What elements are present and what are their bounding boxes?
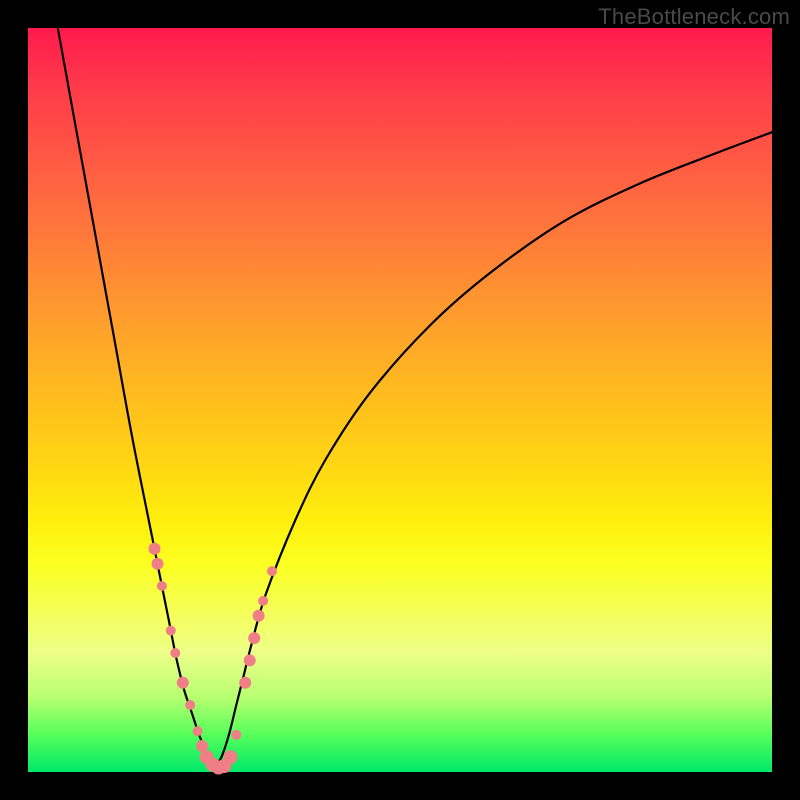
- data-marker: [231, 730, 241, 740]
- marker-group: [149, 543, 278, 775]
- curves-svg: [28, 28, 772, 772]
- data-marker: [170, 648, 180, 658]
- data-marker: [239, 677, 251, 689]
- data-marker: [223, 750, 237, 764]
- right-branch-curve: [214, 132, 772, 768]
- data-marker: [258, 596, 268, 606]
- watermark-text: TheBottleneck.com: [598, 4, 790, 30]
- data-marker: [149, 543, 161, 555]
- chart-frame: TheBottleneck.com: [0, 0, 800, 800]
- data-marker: [267, 566, 277, 576]
- data-marker: [244, 654, 256, 666]
- data-marker: [185, 700, 195, 710]
- left-branch-curve: [58, 28, 214, 768]
- data-marker: [248, 632, 260, 644]
- plot-area: [28, 28, 772, 772]
- data-marker: [253, 610, 265, 622]
- data-marker: [166, 626, 176, 636]
- data-marker: [177, 677, 189, 689]
- data-marker: [157, 581, 167, 591]
- data-marker: [193, 726, 203, 736]
- data-marker: [152, 558, 164, 570]
